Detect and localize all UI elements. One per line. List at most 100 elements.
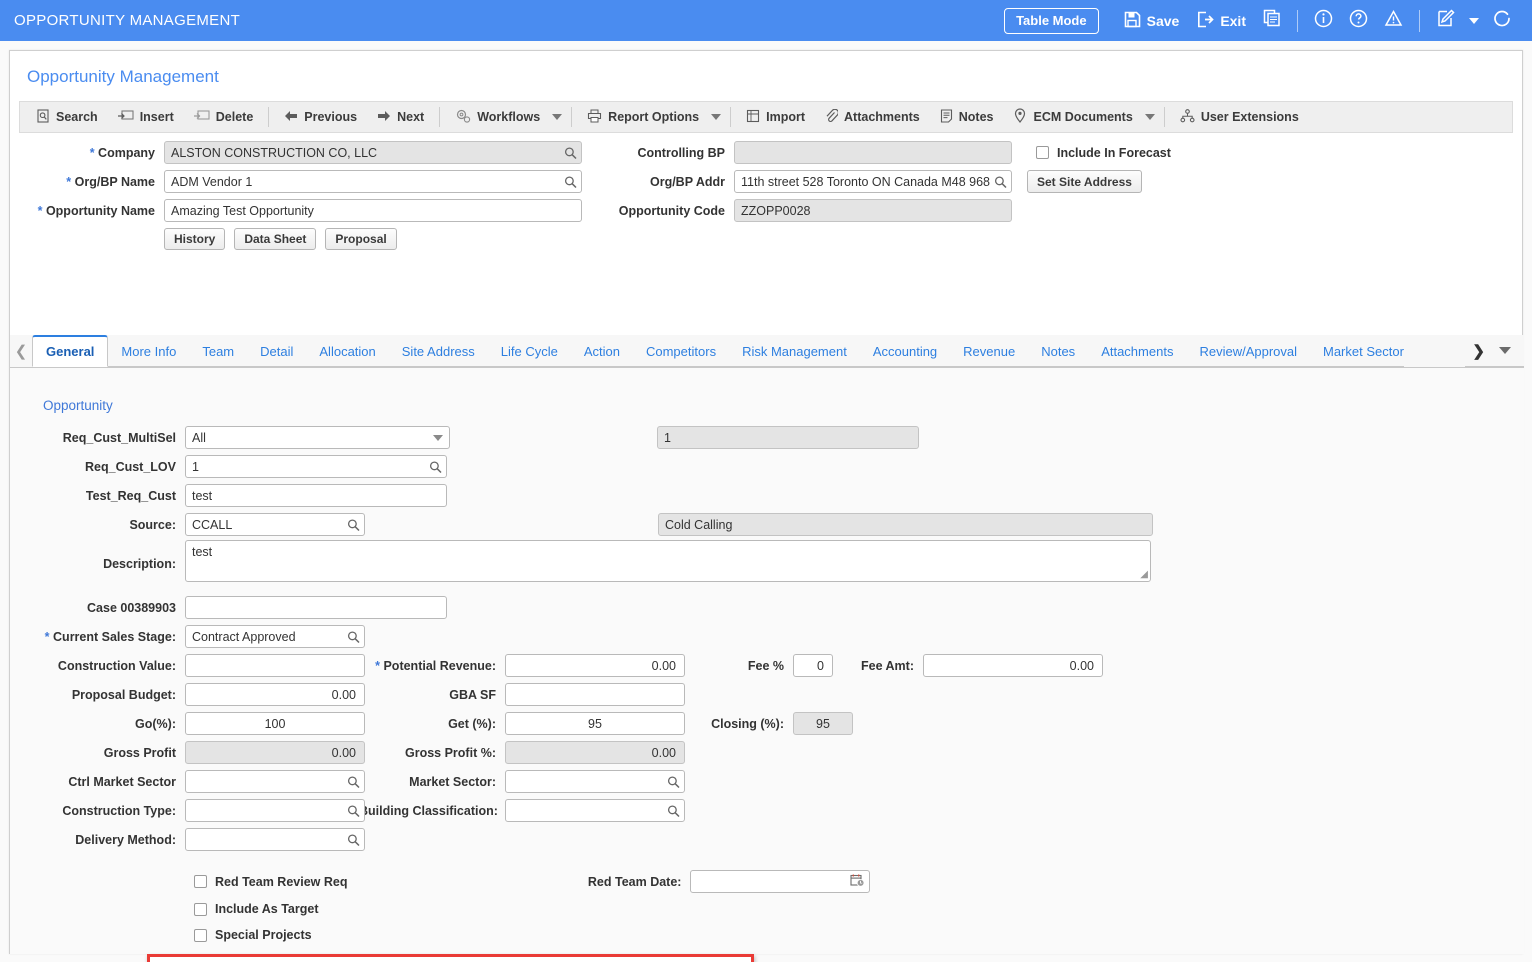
controlling-bp-input[interactable] (734, 141, 1012, 164)
toolbar-delete[interactable]: Delete (184, 105, 264, 130)
tab-list-caret-down-icon[interactable] (1499, 347, 1511, 354)
save-button[interactable]: Save (1115, 8, 1189, 34)
toolbar-user-extensions[interactable]: User Extensions (1170, 105, 1309, 130)
search-icon[interactable] (667, 775, 680, 788)
market-sector-input[interactable] (505, 770, 685, 793)
help-button[interactable] (1341, 6, 1376, 36)
ecm-icon (1013, 108, 1027, 126)
tab-market-sector[interactable]: Market Sector (1310, 336, 1404, 367)
proposal-button[interactable]: Proposal (325, 228, 397, 250)
search-icon[interactable] (347, 833, 360, 846)
gross-profit-label: Gross Profit (103, 745, 176, 760)
search-icon[interactable] (347, 775, 360, 788)
gba-sf-input[interactable] (505, 683, 685, 706)
tab-attachments[interactable]: Attachments (1088, 336, 1187, 367)
copy-button[interactable] (1255, 6, 1289, 35)
opportunity-code-label: Opportunity Code (618, 203, 725, 218)
case-input[interactable] (185, 596, 447, 619)
workflows-caret-down-icon[interactable] (552, 114, 563, 120)
history-button[interactable]: History (164, 228, 226, 250)
toolbar-next[interactable]: Next (367, 106, 434, 129)
proposal-budget-input[interactable]: 0.00 (185, 683, 365, 706)
building-classification-input[interactable] (505, 799, 685, 822)
company-input[interactable]: ALSTON CONSTRUCTION CO, LLC (164, 141, 582, 164)
refresh-button[interactable] (1485, 6, 1520, 36)
get-pct-input[interactable]: 95 (505, 712, 685, 735)
set-site-address-button[interactable]: Set Site Address (1027, 170, 1142, 193)
description-textarea[interactable]: test ◢ (185, 540, 1151, 582)
fee-pct-input[interactable]: 0 (793, 654, 833, 677)
tab-competitors[interactable]: Competitors (632, 336, 730, 367)
toolbar-search[interactable]: Search (26, 105, 108, 130)
construction-type-input[interactable] (185, 799, 365, 822)
go-pct-input[interactable]: 100 (185, 712, 365, 735)
tab-action[interactable]: Action (570, 336, 633, 367)
tab-life-cycle[interactable]: Life Cycle (487, 336, 571, 367)
tab-review-approval[interactable]: Review/Approval (1186, 336, 1310, 367)
warning-button[interactable] (1376, 6, 1411, 36)
toolbar-workflows[interactable]: Workflows (445, 105, 550, 130)
search-icon[interactable] (429, 460, 442, 473)
toolbar-import[interactable]: Import (736, 105, 815, 130)
tab-more-info[interactable]: More Info (108, 336, 190, 367)
include-in-forecast-row[interactable]: Include In Forecast (1036, 146, 1171, 160)
search-icon[interactable] (564, 175, 577, 188)
potential-revenue-input[interactable]: 0.00 (505, 654, 685, 677)
tab-risk-management[interactable]: Risk Management (729, 336, 860, 367)
req-cust-lov-input[interactable]: 1 (185, 455, 447, 478)
req-cust-multisel-select[interactable]: All (185, 426, 450, 449)
toolbar-notes[interactable]: Notes (930, 105, 1004, 130)
toolbar-insert[interactable]: Insert (108, 105, 184, 130)
edit-button[interactable] (1428, 6, 1463, 36)
search-icon[interactable] (667, 804, 680, 817)
info-button[interactable] (1306, 6, 1341, 36)
tab-general[interactable]: General (32, 335, 109, 367)
toolbar-ecm-documents[interactable]: ECM Documents (1003, 104, 1142, 130)
include-as-target-checkbox[interactable] (194, 902, 207, 916)
delivery-method-input[interactable] (185, 828, 365, 851)
controlling-bp-label: Controlling BP (637, 145, 726, 160)
current-sales-stage-input[interactable]: Contract Approved (185, 625, 365, 648)
special-projects-checkbox[interactable] (194, 928, 207, 942)
tab-team[interactable]: Team (189, 336, 248, 367)
search-icon[interactable] (564, 146, 577, 159)
data-sheet-button[interactable]: Data Sheet (234, 228, 317, 250)
tab-scroll-right-icon[interactable]: ❯ (1465, 342, 1492, 360)
source-input[interactable]: CCALL (185, 513, 365, 536)
test-req-cust-input[interactable]: test (185, 484, 447, 507)
toolbar-attachments[interactable]: Attachments (815, 105, 930, 130)
tab-scroll-left-icon[interactable]: ❮ (10, 335, 32, 367)
tab-detail[interactable]: Detail (247, 336, 307, 367)
org-bp-name-input[interactable]: ADM Vendor 1 (164, 170, 582, 193)
search-icon[interactable] (994, 175, 1007, 188)
tab-notes[interactable]: Notes (1028, 336, 1089, 367)
include-in-forecast-checkbox[interactable] (1036, 146, 1049, 159)
tab-site-address[interactable]: Site Address (388, 336, 488, 367)
ctrl-market-sector-input[interactable] (185, 770, 365, 793)
red-team-date-input[interactable] (690, 870, 871, 893)
search-icon[interactable] (347, 804, 360, 817)
search-icon[interactable] (347, 518, 360, 531)
opportunity-name-input[interactable]: Amazing Test Opportunity (164, 199, 582, 222)
resize-handle-icon[interactable]: ◢ (1140, 569, 1148, 580)
paperclip-icon (825, 108, 839, 126)
fee-amt-input[interactable]: 0.00 (923, 654, 1103, 677)
tab-accounting[interactable]: Accounting (859, 336, 951, 367)
report-options-caret-down-icon[interactable] (711, 114, 722, 120)
chevron-down-icon[interactable] (433, 434, 443, 441)
table-mode-button[interactable]: Table Mode (1004, 7, 1099, 34)
exit-button[interactable]: Exit (1188, 8, 1255, 34)
search-icon[interactable] (347, 630, 360, 643)
red-team-review-req-checkbox[interactable] (194, 875, 207, 888)
tab-allocation[interactable]: Allocation (306, 336, 389, 367)
toolbar-report-options[interactable]: Report Options (577, 105, 709, 130)
calendar-icon[interactable] (850, 873, 865, 890)
construction-value-input[interactable] (185, 654, 365, 677)
toolbar-previous[interactable]: Previous (274, 106, 367, 129)
opportunity-code-input[interactable]: ZZOPP0028 (734, 199, 1012, 222)
ecm-caret-down-icon[interactable] (1144, 114, 1155, 120)
tab-revenue[interactable]: Revenue (950, 336, 1029, 367)
org-bp-addr-input[interactable]: 11th street 528 Toronto ON Canada M48 96… (734, 170, 1012, 193)
header-buttons-row: History Data Sheet Proposal (10, 228, 582, 250)
caret-down-icon[interactable] (1469, 17, 1479, 24)
